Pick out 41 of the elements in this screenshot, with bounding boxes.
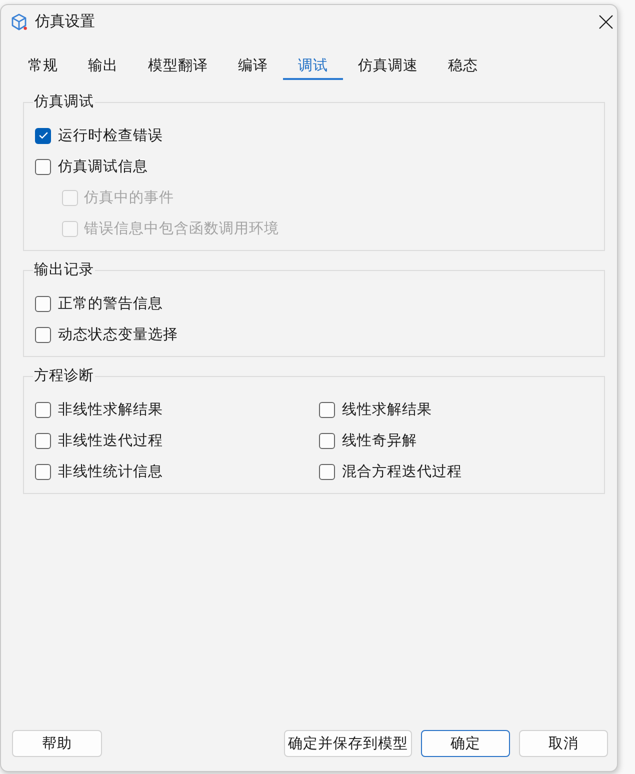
checkbox[interactable]: [319, 432, 335, 448]
tab[interactable]: 编译: [223, 54, 283, 80]
checkbox-label: 正常的警告信息: [58, 294, 163, 314]
checkbox-label: 线性奇异解: [342, 432, 417, 450]
dialog-button[interactable]: 取消: [519, 730, 608, 757]
checkbox[interactable]: [35, 326, 51, 342]
checkbox-label: 动态状态变量选择: [58, 326, 178, 344]
help-button[interactable]: 帮助: [12, 730, 102, 757]
close-icon: [599, 15, 613, 29]
dialog-button[interactable]: 确定: [421, 730, 510, 757]
checkbox-label: 运行时检查错误: [58, 126, 163, 146]
dialog-button[interactable]: 确定并保存到模型: [284, 730, 412, 757]
tab[interactable]: 调试: [283, 54, 343, 80]
tab[interactable]: 输出: [73, 54, 133, 80]
checkbox[interactable]: [35, 296, 51, 312]
checkbox-label: 线性求解结果: [342, 400, 432, 420]
checkbox-label: 非线性统计信息: [58, 462, 163, 482]
checkbox-label: 错误信息中包含函数调用环境: [84, 220, 279, 238]
window-title: 仿真设置: [35, 12, 95, 32]
checkbox-label: 非线性求解结果: [58, 400, 163, 420]
checkbox-label: 仿真调试信息: [58, 158, 148, 176]
checkbox[interactable]: [319, 464, 335, 480]
checkbox[interactable]: [35, 402, 51, 418]
tab[interactable]: 常规: [13, 54, 73, 80]
checkbox[interactable]: [35, 128, 51, 144]
tab[interactable]: 仿真调速: [343, 54, 433, 80]
tab[interactable]: 模型翻译: [133, 54, 223, 80]
checkbox[interactable]: [319, 402, 335, 418]
group-title: 方程诊断: [33, 366, 95, 386]
group-title: 仿真调试: [33, 93, 95, 112]
tab[interactable]: 稳态: [433, 54, 493, 80]
checkbox[interactable]: [35, 158, 51, 174]
check-icon: [38, 132, 48, 139]
checkbox-label: 混合方程迭代过程: [342, 462, 462, 482]
close-button[interactable]: [597, 13, 615, 31]
checkbox-label: 非线性迭代过程: [58, 432, 163, 450]
group-title: 输出记录: [33, 261, 95, 280]
cube-icon: [10, 13, 28, 31]
checkbox[interactable]: [35, 432, 51, 448]
checkbox[interactable]: [35, 464, 51, 480]
checkbox-label: 仿真中的事件: [84, 188, 174, 208]
